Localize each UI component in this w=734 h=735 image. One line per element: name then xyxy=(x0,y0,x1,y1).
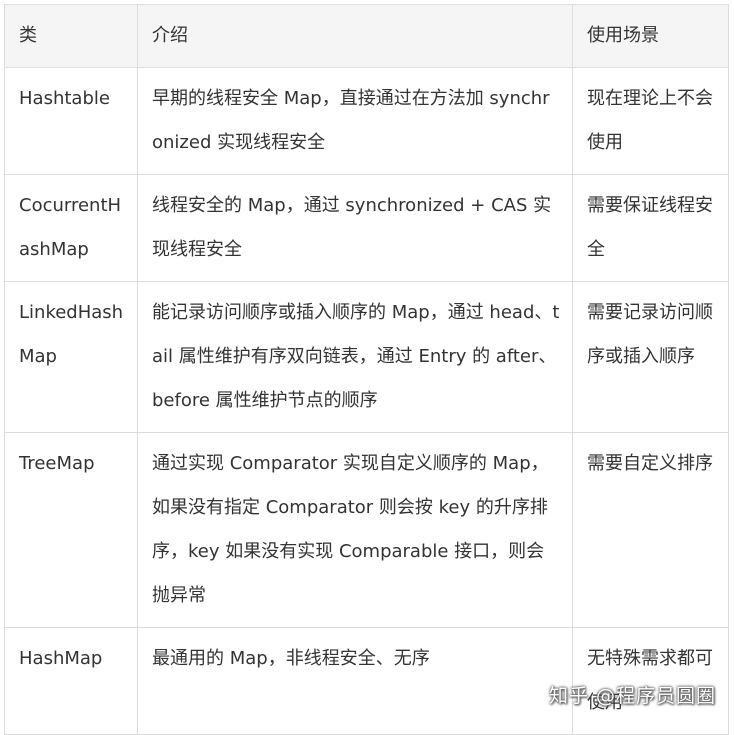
table-header-row: 类 介绍 使用场景 xyxy=(4,4,729,68)
comparison-table: 类 介绍 使用场景 Hashtable 早期的线程安全 Map，直接通过在方法加… xyxy=(4,4,729,735)
scene-cell: 需要保证线程安全 xyxy=(572,174,729,282)
class-name-cell: HashMap xyxy=(4,627,138,735)
class-name-cell: CocurrentHashMap xyxy=(4,174,138,282)
watermark: 知乎 @程序员圆圈 xyxy=(548,685,716,707)
intro-cell: 通过实现 Comparator 实现自定义顺序的 Map，如果没有指定 Comp… xyxy=(137,432,573,628)
class-name-cell: TreeMap xyxy=(4,432,138,628)
table-row: CocurrentHashMap 线程安全的 Map，通过 synchroniz… xyxy=(4,174,729,282)
intro-cell: 线程安全的 Map，通过 synchronized + CAS 实现线程安全 xyxy=(137,174,573,282)
intro-cell: 早期的线程安全 Map，直接通过在方法加 synchronized 实现线程安全 xyxy=(137,67,573,175)
header-cell-scene: 使用场景 xyxy=(572,4,729,68)
table-row: Hashtable 早期的线程安全 Map，直接通过在方法加 synchroni… xyxy=(4,67,729,175)
scene-cell: 需要记录访问顺序或插入顺序 xyxy=(572,281,729,433)
table-row: TreeMap 通过实现 Comparator 实现自定义顺序的 Map，如果没… xyxy=(4,432,729,628)
class-name-cell: LinkedHashMap xyxy=(4,281,138,433)
intro-cell: 能记录访问顺序或插入顺序的 Map，通过 head、tail 属性维护有序双向链… xyxy=(137,281,573,433)
table-row: LinkedHashMap 能记录访问顺序或插入顺序的 Map，通过 head、… xyxy=(4,281,729,433)
class-name-cell: Hashtable xyxy=(4,67,138,175)
header-cell-class: 类 xyxy=(4,4,138,68)
intro-cell: 最通用的 Map，非线程安全、无序 xyxy=(137,627,573,735)
scene-cell: 需要自定义排序 xyxy=(572,432,729,628)
header-cell-intro: 介绍 xyxy=(137,4,573,68)
scene-cell: 现在理论上不会使用 xyxy=(572,67,729,175)
